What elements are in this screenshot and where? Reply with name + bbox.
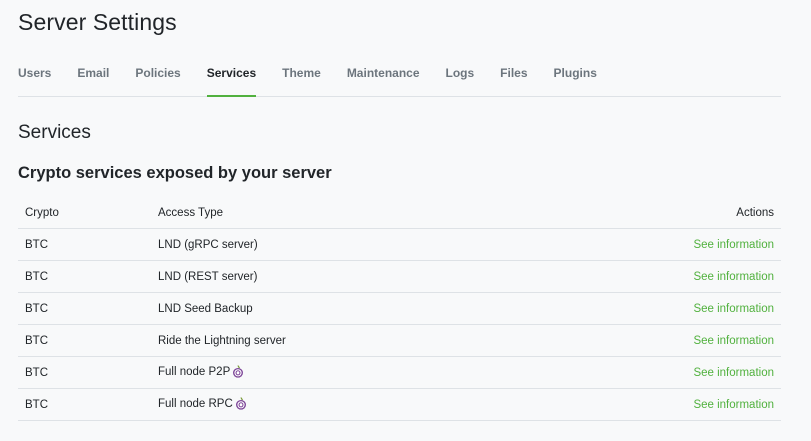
tab-files[interactable]: Files — [500, 60, 527, 96]
access-type-label: LND Seed Backup — [158, 302, 253, 315]
access-type-cell: Full node RPC — [151, 388, 522, 421]
actions-cell: See information — [521, 292, 781, 325]
see-information-link[interactable]: See information — [693, 367, 774, 379]
crypto-cell: BTC — [18, 292, 151, 325]
tab-plugins[interactable]: Plugins — [554, 60, 597, 96]
access-type-label: Full node P2P — [158, 366, 231, 378]
crypto-cell: BTC — [18, 260, 151, 293]
table-row: BTC LND Seed Backup See information — [18, 292, 781, 325]
tab-maintenance[interactable]: Maintenance — [347, 60, 420, 96]
crypto-cell: BTC — [18, 388, 151, 421]
column-header-access-type: Access Type — [151, 197, 522, 229]
access-type-label: Full node RPC — [158, 398, 233, 410]
access-type-cell: LND Seed Backup — [151, 292, 522, 325]
column-header-actions: Actions — [521, 197, 781, 229]
access-type-cell: LND (REST server) — [151, 260, 522, 293]
tab-services[interactable]: Services — [206, 60, 257, 97]
table-row: BTC Full node RPC See information — [18, 388, 781, 421]
see-information-link[interactable]: See information — [693, 271, 774, 283]
actions-cell: See information — [521, 228, 781, 261]
subsection-title: Crypto services exposed by your server — [18, 164, 332, 182]
tab-policies[interactable]: Policies — [135, 60, 180, 96]
tor-onion-icon — [232, 364, 244, 381]
access-type-label: LND (gRPC server) — [158, 238, 258, 251]
tab-theme[interactable]: Theme — [282, 60, 321, 96]
crypto-cell: BTC — [18, 356, 151, 389]
crypto-cell: BTC — [18, 228, 151, 261]
actions-cell: See information — [521, 260, 781, 293]
table-row: BTC LND (gRPC server) See information — [18, 228, 781, 261]
access-type-cell: LND (gRPC server) — [151, 228, 522, 261]
table-row: BTC Ride the Lightning server See inform… — [18, 324, 781, 357]
tab-email[interactable]: Email — [77, 60, 109, 96]
see-information-link[interactable]: See information — [693, 335, 774, 347]
page-title: Server Settings — [18, 9, 177, 35]
tor-onion-icon — [235, 396, 247, 413]
actions-cell: See information — [521, 356, 781, 389]
actions-cell: See information — [521, 324, 781, 357]
tab-logs[interactable]: Logs — [446, 60, 475, 96]
access-type-cell: Ride the Lightning server — [151, 324, 522, 357]
tab-users[interactable]: Users — [18, 60, 51, 96]
crypto-cell: BTC — [18, 324, 151, 357]
table-row: BTC LND (REST server) See information — [18, 260, 781, 293]
access-type-label: Ride the Lightning server — [158, 334, 286, 347]
column-header-crypto: Crypto — [18, 197, 151, 229]
see-information-link[interactable]: See information — [693, 399, 774, 411]
actions-cell: See information — [521, 388, 781, 421]
see-information-link[interactable]: See information — [693, 239, 774, 251]
section-title: Services — [18, 122, 91, 143]
table-header-row: Crypto Access Type Actions — [18, 197, 781, 229]
settings-tabs: Users Email Policies Services Theme Main… — [18, 60, 781, 97]
services-table: Crypto Access Type Actions BTC LND (gRPC… — [18, 197, 781, 421]
access-type-label: LND (REST server) — [158, 270, 258, 283]
access-type-cell: Full node P2P — [151, 356, 522, 389]
see-information-link[interactable]: See information — [693, 303, 774, 315]
table-row: BTC Full node P2P See information — [18, 356, 781, 389]
